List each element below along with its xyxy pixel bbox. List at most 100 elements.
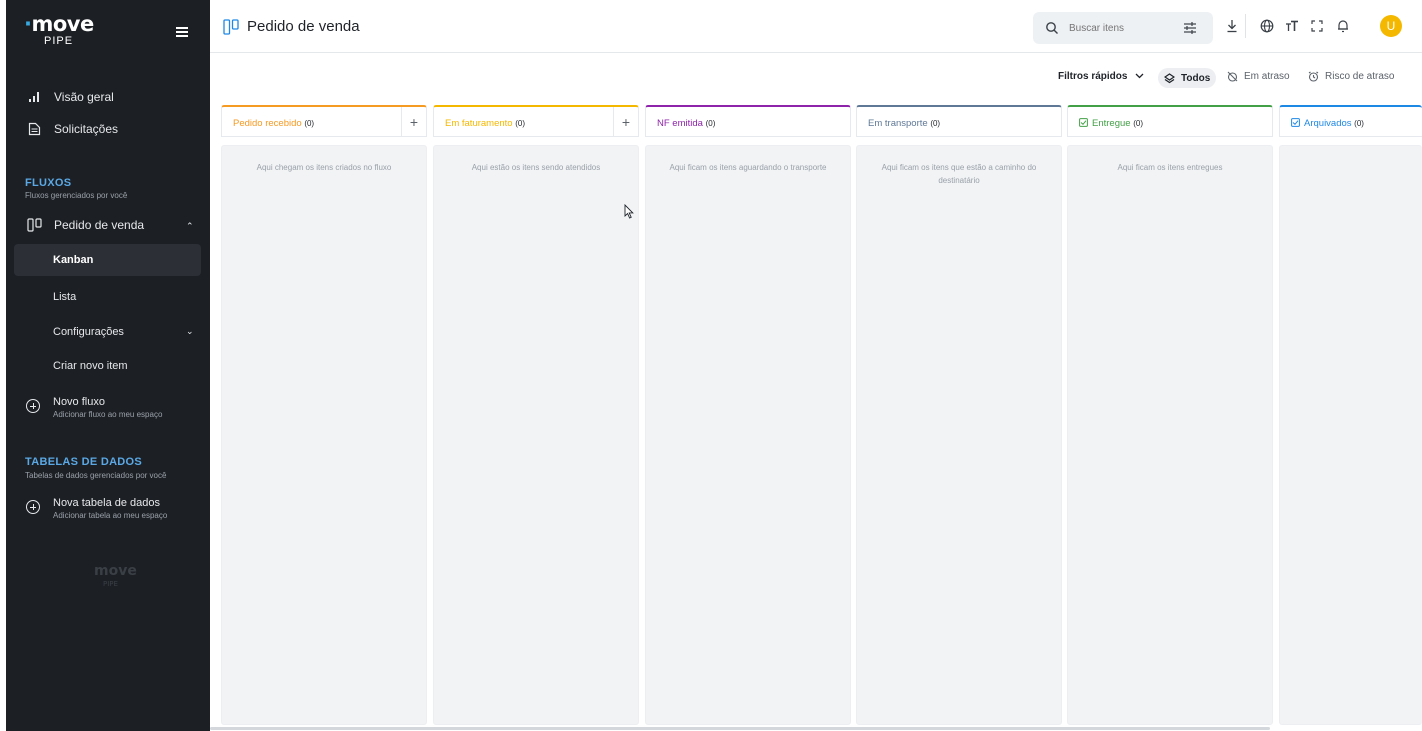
filter-todos[interactable]: Todos [1158,68,1217,88]
column-header: Em transporte (0) [856,105,1062,137]
alarm-off-icon [1227,71,1238,82]
flows-section-title: FLUXOS [25,177,72,189]
column-count: (0) [1133,119,1143,128]
column-title: NF emitida (0) [657,118,716,129]
new-flow-button[interactable]: Novo fluxo Adicionar fluxo ao meu espaço [26,396,162,419]
kanban-icon [26,217,42,233]
filter-label: Em atraso [1244,71,1290,82]
font-size-icon[interactable] [1284,18,1300,34]
checkbox-icon [1291,118,1300,130]
column-body[interactable] [1279,145,1422,725]
kanban-column-entregue: Entregue (0) Aqui ficam os itens entregu… [1067,105,1273,725]
flows-section-subtitle: Fluxos gerenciados por você [25,191,128,200]
logo-subtext: PIPE [44,35,74,47]
logo-text: move [31,12,94,36]
sidebar: ·move PIPE Visão geral Solicitações FLUX… [6,0,210,731]
new-flow-subtitle: Adicionar fluxo ao meu espaço [53,410,163,419]
hamburger-menu-icon[interactable] [176,27,188,37]
add-circle-icon [26,399,40,413]
filter-risco-de-atraso[interactable]: Risco de atraso [1308,71,1394,82]
kanban-column-em-faturamento: Em faturamento (0) + Aqui estão os itens… [433,105,639,725]
document-icon [26,121,42,137]
sidebar-item-label: Solicitações [54,122,119,136]
chevron-down-icon [1135,71,1144,82]
bar-chart-icon [26,89,42,105]
search-box [1033,12,1213,44]
new-flow-title: Novo fluxo [53,396,105,408]
watermark-logo: move PIPE [94,563,137,588]
column-body[interactable]: Aqui ficam os itens aguardando o transpo… [645,145,851,725]
mouse-cursor-icon [624,203,634,219]
sidebar-flow-label: Pedido de venda [54,218,145,232]
column-title: Em transporte (0) [868,118,941,129]
column-title: Em faturamento (0) [445,118,526,129]
column-header: Em faturamento (0) + [433,105,639,137]
column-body[interactable]: Aqui estão os itens sendo atendidos [433,145,639,725]
column-header: Pedido recebido (0) + [221,105,427,137]
sidebar-subitem-kanban[interactable]: Kanban [14,244,201,276]
bell-icon[interactable] [1335,18,1351,34]
sidebar-subitem-label: Kanban [53,254,94,266]
column-empty-message: Aqui ficam os itens que estão a caminho … [881,163,1037,185]
sidebar-flow-pedido-de-venda[interactable]: Pedido de venda [26,217,144,233]
column-title: Pedido recebido (0) [233,118,315,129]
column-empty-message: Aqui estão os itens sendo atendidos [471,163,601,172]
sidebar-subitem-lista[interactable]: Lista [53,291,76,303]
column-count: (0) [1354,119,1364,128]
column-body[interactable]: Aqui ficam os itens que estão a caminho … [856,145,1062,725]
add-item-button[interactable]: + [401,107,426,137]
column-body[interactable]: Aqui ficam os itens entregues [1067,145,1273,725]
tables-section-subtitle: Tabelas de dados gerenciados por você [25,471,167,480]
tables-section-title: TABELAS DE DADOS [25,456,143,468]
sidebar-item-visao-geral[interactable]: Visão geral [26,89,114,105]
column-count: (0) [930,119,941,128]
kanban-column-nf-emitida: NF emitida (0) Aqui ficam os itens aguar… [645,105,851,725]
filter-em-atraso[interactable]: Em atraso [1227,71,1290,82]
column-header: NF emitida (0) [645,105,851,137]
brand-logo[interactable]: ·move PIPE [24,14,144,48]
add-item-button[interactable]: + [613,107,638,137]
filter-label: Risco de atraso [1325,71,1395,82]
search-icon [1045,21,1059,35]
chevron-down-icon[interactable]: ⌄ [186,326,194,337]
fullscreen-icon[interactable] [1309,18,1325,34]
layers-icon [1164,72,1175,84]
kanban-column-em-transporte: Em transporte (0) Aqui ficam os itens qu… [856,105,1062,725]
new-table-subtitle: Adicionar tabela ao meu espaço [53,511,168,520]
column-count: (0) [515,119,526,128]
column-title: Arquivados (0) [1291,118,1364,130]
kanban-column-arquivados: Arquivados (0) [1279,105,1422,725]
quick-filters-dropdown[interactable]: Filtros rápidos [1058,71,1144,82]
column-count: (0) [304,119,315,128]
kanban-column-pedido-recebido: Pedido recebido (0) + Aqui chegam os ite… [221,105,427,725]
header-divider [1245,14,1246,38]
column-empty-message: Aqui chegam os itens criados no fluxo [256,163,392,172]
kanban-icon [223,19,239,35]
horizontal-scrollbar[interactable] [210,727,1270,730]
add-circle-icon [26,500,40,514]
column-header: Entregue (0) [1067,105,1273,137]
alarm-clock-icon [1308,71,1319,82]
sidebar-subitem-configuracoes[interactable]: Configurações [53,326,124,338]
top-header: Pedido de venda U [210,0,1422,53]
filter-label: Todos [1181,72,1211,84]
filter-sliders-icon[interactable] [1183,21,1197,35]
user-avatar[interactable]: U [1380,15,1402,37]
sidebar-item-label: Visão geral [54,90,114,104]
download-icon[interactable] [1224,18,1240,34]
column-empty-message: Aqui ficam os itens aguardando o transpo… [669,163,827,172]
quick-filters-label: Filtros rápidos [1058,71,1128,82]
sidebar-subitem-criar-novo-item[interactable]: Criar novo item [53,360,128,372]
page-title: Pedido de venda [247,18,360,35]
globe-icon[interactable] [1259,18,1275,34]
checkbox-icon [1079,118,1088,130]
search-input[interactable] [1069,20,1149,36]
chevron-up-icon[interactable]: ⌃ [186,221,194,232]
new-table-title: Nova tabela de dados [53,497,161,509]
column-header: Arquivados (0) [1279,105,1422,137]
column-count: (0) [705,119,716,128]
sidebar-item-solicitacoes[interactable]: Solicitações [26,121,118,137]
column-body[interactable]: Aqui chegam os itens criados no fluxo [221,145,427,725]
column-empty-message: Aqui ficam os itens entregues [1117,163,1223,172]
new-table-button[interactable]: Nova tabela de dados Adicionar tabela ao… [26,497,167,520]
